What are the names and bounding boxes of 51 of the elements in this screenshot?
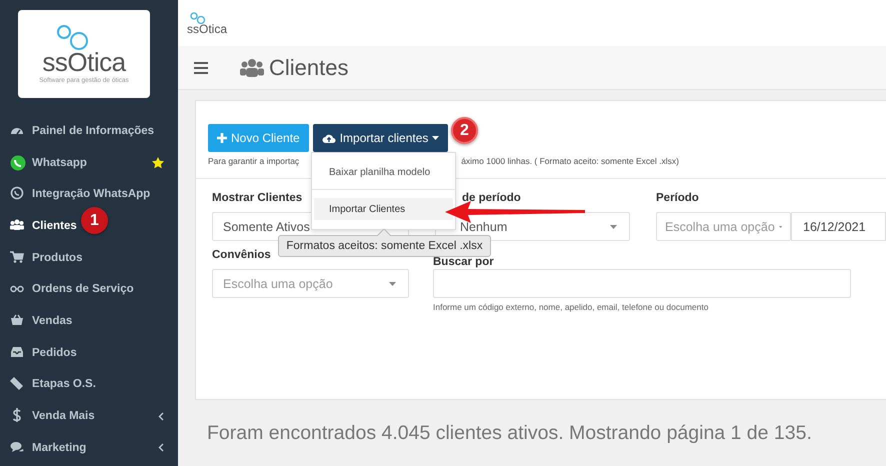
nav-label: Painel de Informações — [32, 124, 154, 137]
nav-label: Whatsapp — [32, 156, 87, 169]
field-label: Convênios — [212, 249, 271, 263]
date-field[interactable]: 16/12/2021 — [791, 212, 886, 241]
sidebar-item[interactable]: Produtos — [0, 242, 82, 274]
caret-icon — [432, 136, 440, 140]
whatsapp-icon — [10, 154, 26, 171]
logo-text: ssOtica — [42, 50, 126, 74]
menu-item[interactable]: Baixar planilha modelo — [314, 161, 453, 183]
caret-icon — [610, 224, 617, 228]
nav-label: Integração WhatsApp — [32, 188, 150, 200]
sidebar-item[interactable]: Etapas O.S. — [0, 368, 96, 400]
sidebar-item[interactable]: Marketing — [0, 432, 178, 464]
caret-icon — [389, 282, 396, 286]
nav-label: Marketing — [32, 442, 86, 454]
sidebar-item[interactable]: Whatsapp — [0, 146, 178, 178]
help-text: áximo 1000 linhas. ( Formato aceito: somente Excel .xlsx) — [461, 156, 679, 166]
sidebar-item[interactable]: Clientes — [0, 210, 77, 242]
caret-icon — [778, 224, 782, 228]
results-summary: Foram encontrados 4.045 clientes ativos. Mostrando página 1 de 135. — [207, 422, 813, 445]
help-text: Informe um código externo, nome, apelido, email, telefone ou documento — [433, 302, 710, 312]
rings-icon — [189, 12, 207, 24]
sidebar-item[interactable]: Painel de Informações — [0, 115, 154, 147]
nav-label: Produtos — [32, 252, 82, 264]
nav-label: Clientes — [32, 220, 77, 232]
sidebar-item[interactable]: Ordens de Serviço — [0, 273, 134, 306]
tooltip-text: Formatos aceitos: somente Excel .xlsx — [286, 240, 483, 252]
logo-text: ssOtica — [187, 24, 228, 34]
sidebar-item[interactable]: Venda Mais — [0, 400, 178, 432]
field-label: Período — [656, 192, 699, 206]
nav-label: Vendas — [32, 314, 72, 327]
nav-label: Pedidos — [32, 346, 77, 359]
cloud-upload-icon — [322, 133, 336, 143]
nav-label: Etapas O.S. — [32, 378, 96, 390]
field-label: Mostrar Clientes — [212, 192, 302, 206]
cart-icon — [10, 250, 26, 266]
field-label: de período — [462, 192, 521, 206]
page-title: Clientes — [269, 54, 348, 80]
users-icon — [240, 58, 264, 78]
search-field[interactable] — [433, 269, 851, 298]
import-dropdown-button[interactable]: Importar clientes — [312, 124, 448, 152]
field-label: Buscar por — [433, 256, 494, 269]
menu-icon — [194, 62, 208, 74]
nav-label: Ordens de Serviço — [32, 283, 134, 296]
menu-item[interactable]: Importar Clientes — [314, 198, 453, 220]
chat-bubble-icon — [10, 186, 26, 202]
sidebar-item[interactable]: Pedidos — [0, 336, 77, 368]
plus-icon — [217, 133, 227, 143]
help-text: Para garantir a importaç — [208, 156, 300, 166]
sidebar-item[interactable]: Vendas — [0, 305, 72, 337]
nav-label: Venda Mais — [32, 410, 95, 422]
